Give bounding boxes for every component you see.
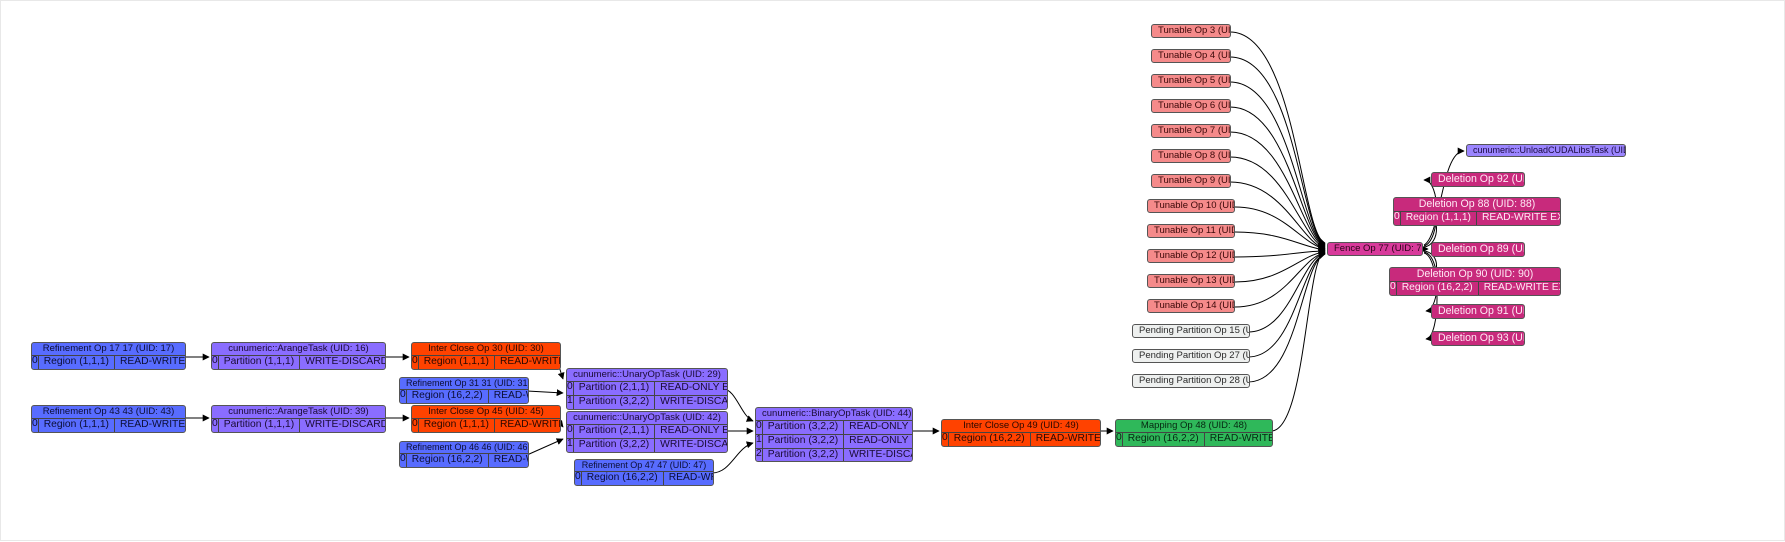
node-unloadcuda-78: cunumeric::UnloadCUDALibsTask (UID: 78) bbox=[1466, 144, 1626, 157]
node-tunable-8: Tunable Op 8 (UID: 8) bbox=[1151, 149, 1231, 163]
node-interclose-30: Inter Close Op 30 (UID: 30) 0 Region (1,… bbox=[411, 342, 561, 370]
node-tunable-13: Tunable Op 13 (UID: 13) bbox=[1147, 274, 1235, 288]
node-refinement-46: Refinement Op 46 46 (UID: 46) 0 Region (… bbox=[399, 441, 529, 468]
node-refinement-47: Refinement Op 47 47 (UID: 47) 0 Region (… bbox=[574, 459, 714, 486]
node-refinement-17: Refinement Op 17 17 (UID: 17) 0 Region (… bbox=[31, 342, 186, 370]
node-tunable-7: Tunable Op 7 (UID: 7) bbox=[1151, 124, 1231, 138]
node-tunable-14: Tunable Op 14 (UID: 14) bbox=[1147, 299, 1235, 313]
node-deletion-93: Deletion Op 93 (UID: 93) bbox=[1431, 331, 1525, 346]
title: cunumeric::ArangeTask (UID: 16) bbox=[212, 343, 385, 355]
title: Refinement Op 46 46 (UID: 46) bbox=[400, 442, 528, 453]
title: Inter Close Op 45 (UID: 45) bbox=[412, 406, 560, 418]
title: cunumeric::UnaryOpTask (UID: 29) bbox=[567, 369, 727, 381]
title: Inter Close Op 49 (UID: 49) bbox=[942, 420, 1100, 432]
node-interclose-45: Inter Close Op 45 (UID: 45) 0 Region (1,… bbox=[411, 405, 561, 433]
title: cunumeric::BinaryOpTask (UID: 44) bbox=[756, 408, 912, 420]
node-deletion-92: Deletion Op 92 (UID: 92) bbox=[1431, 172, 1525, 187]
title: Mapping Op 48 (UID: 48) bbox=[1116, 420, 1272, 432]
title: Inter Close Op 30 (UID: 30) bbox=[412, 343, 560, 355]
node-tunable-4: Tunable Op 4 (UID: 4) bbox=[1151, 49, 1231, 63]
node-deletion-88: Deletion Op 88 (UID: 88) 0 Region (1,1,1… bbox=[1393, 197, 1561, 226]
node-fence-77: Fence Op 77 (UID: 77) bbox=[1327, 242, 1423, 256]
node-tunable-11: Tunable Op 11 (UID: 11) bbox=[1147, 224, 1235, 238]
node-mapping-48: Mapping Op 48 (UID: 48) 0 Region (16,2,2… bbox=[1115, 419, 1273, 447]
title: cunumeric::UnaryOpTask (UID: 42) bbox=[567, 412, 727, 424]
node-pending-15: Pending Partition Op 15 (UID: 15) bbox=[1132, 324, 1250, 338]
node-deletion-89: Deletion Op 89 (UID: 89) bbox=[1431, 242, 1525, 257]
node-refinement-43: Refinement Op 43 43 (UID: 43) 0 Region (… bbox=[31, 405, 186, 433]
node-tunable-3: Tunable Op 3 (UID: 3) bbox=[1151, 24, 1231, 38]
node-refinement-31: Refinement Op 31 31 (UID: 31) 0 Region (… bbox=[399, 377, 529, 404]
title: Refinement Op 17 17 (UID: 17) bbox=[32, 343, 185, 355]
node-tunable-6: Tunable Op 6 (UID: 6) bbox=[1151, 99, 1231, 113]
node-arange-16: cunumeric::ArangeTask (UID: 16) 0 Partit… bbox=[211, 342, 386, 370]
node-unaryop-29: cunumeric::UnaryOpTask (UID: 29) 0 Parti… bbox=[566, 368, 728, 410]
node-tunable-12: Tunable Op 12 (UID: 12) bbox=[1147, 249, 1235, 263]
graph-canvas: Refinement Op 17 17 (UID: 17) 0 Region (… bbox=[0, 0, 1785, 541]
title: Refinement Op 43 43 (UID: 43) bbox=[32, 406, 185, 418]
title: Refinement Op 31 31 (UID: 31) bbox=[400, 378, 528, 389]
node-interclose-49: Inter Close Op 49 (UID: 49) 0 Region (16… bbox=[941, 419, 1101, 447]
title: Fence Op 77 (UID: 77) bbox=[1328, 243, 1422, 255]
title: cunumeric::ArangeTask (UID: 39) bbox=[212, 406, 385, 418]
node-binaryop-44: cunumeric::BinaryOpTask (UID: 44) 0 Part… bbox=[755, 407, 913, 462]
node-deletion-91: Deletion Op 91 (UID: 91) bbox=[1431, 304, 1525, 319]
node-pending-28: Pending Partition Op 28 (UID: 28) bbox=[1132, 374, 1250, 388]
node-tunable-10: Tunable Op 10 (UID: 10) bbox=[1147, 199, 1235, 213]
node-tunable-9: Tunable Op 9 (UID: 9) bbox=[1151, 174, 1231, 188]
node-deletion-90: Deletion Op 90 (UID: 90) 0 Region (16,2,… bbox=[1389, 267, 1561, 296]
node-pending-27: Pending Partition Op 27 (UID: 27) bbox=[1132, 349, 1250, 363]
title: Refinement Op 47 47 (UID: 47) bbox=[575, 460, 713, 471]
node-unaryop-42: cunumeric::UnaryOpTask (UID: 42) 0 Parti… bbox=[566, 411, 728, 453]
node-tunable-5: Tunable Op 5 (UID: 5) bbox=[1151, 74, 1231, 88]
node-arange-39: cunumeric::ArangeTask (UID: 39) 0 Partit… bbox=[211, 405, 386, 433]
